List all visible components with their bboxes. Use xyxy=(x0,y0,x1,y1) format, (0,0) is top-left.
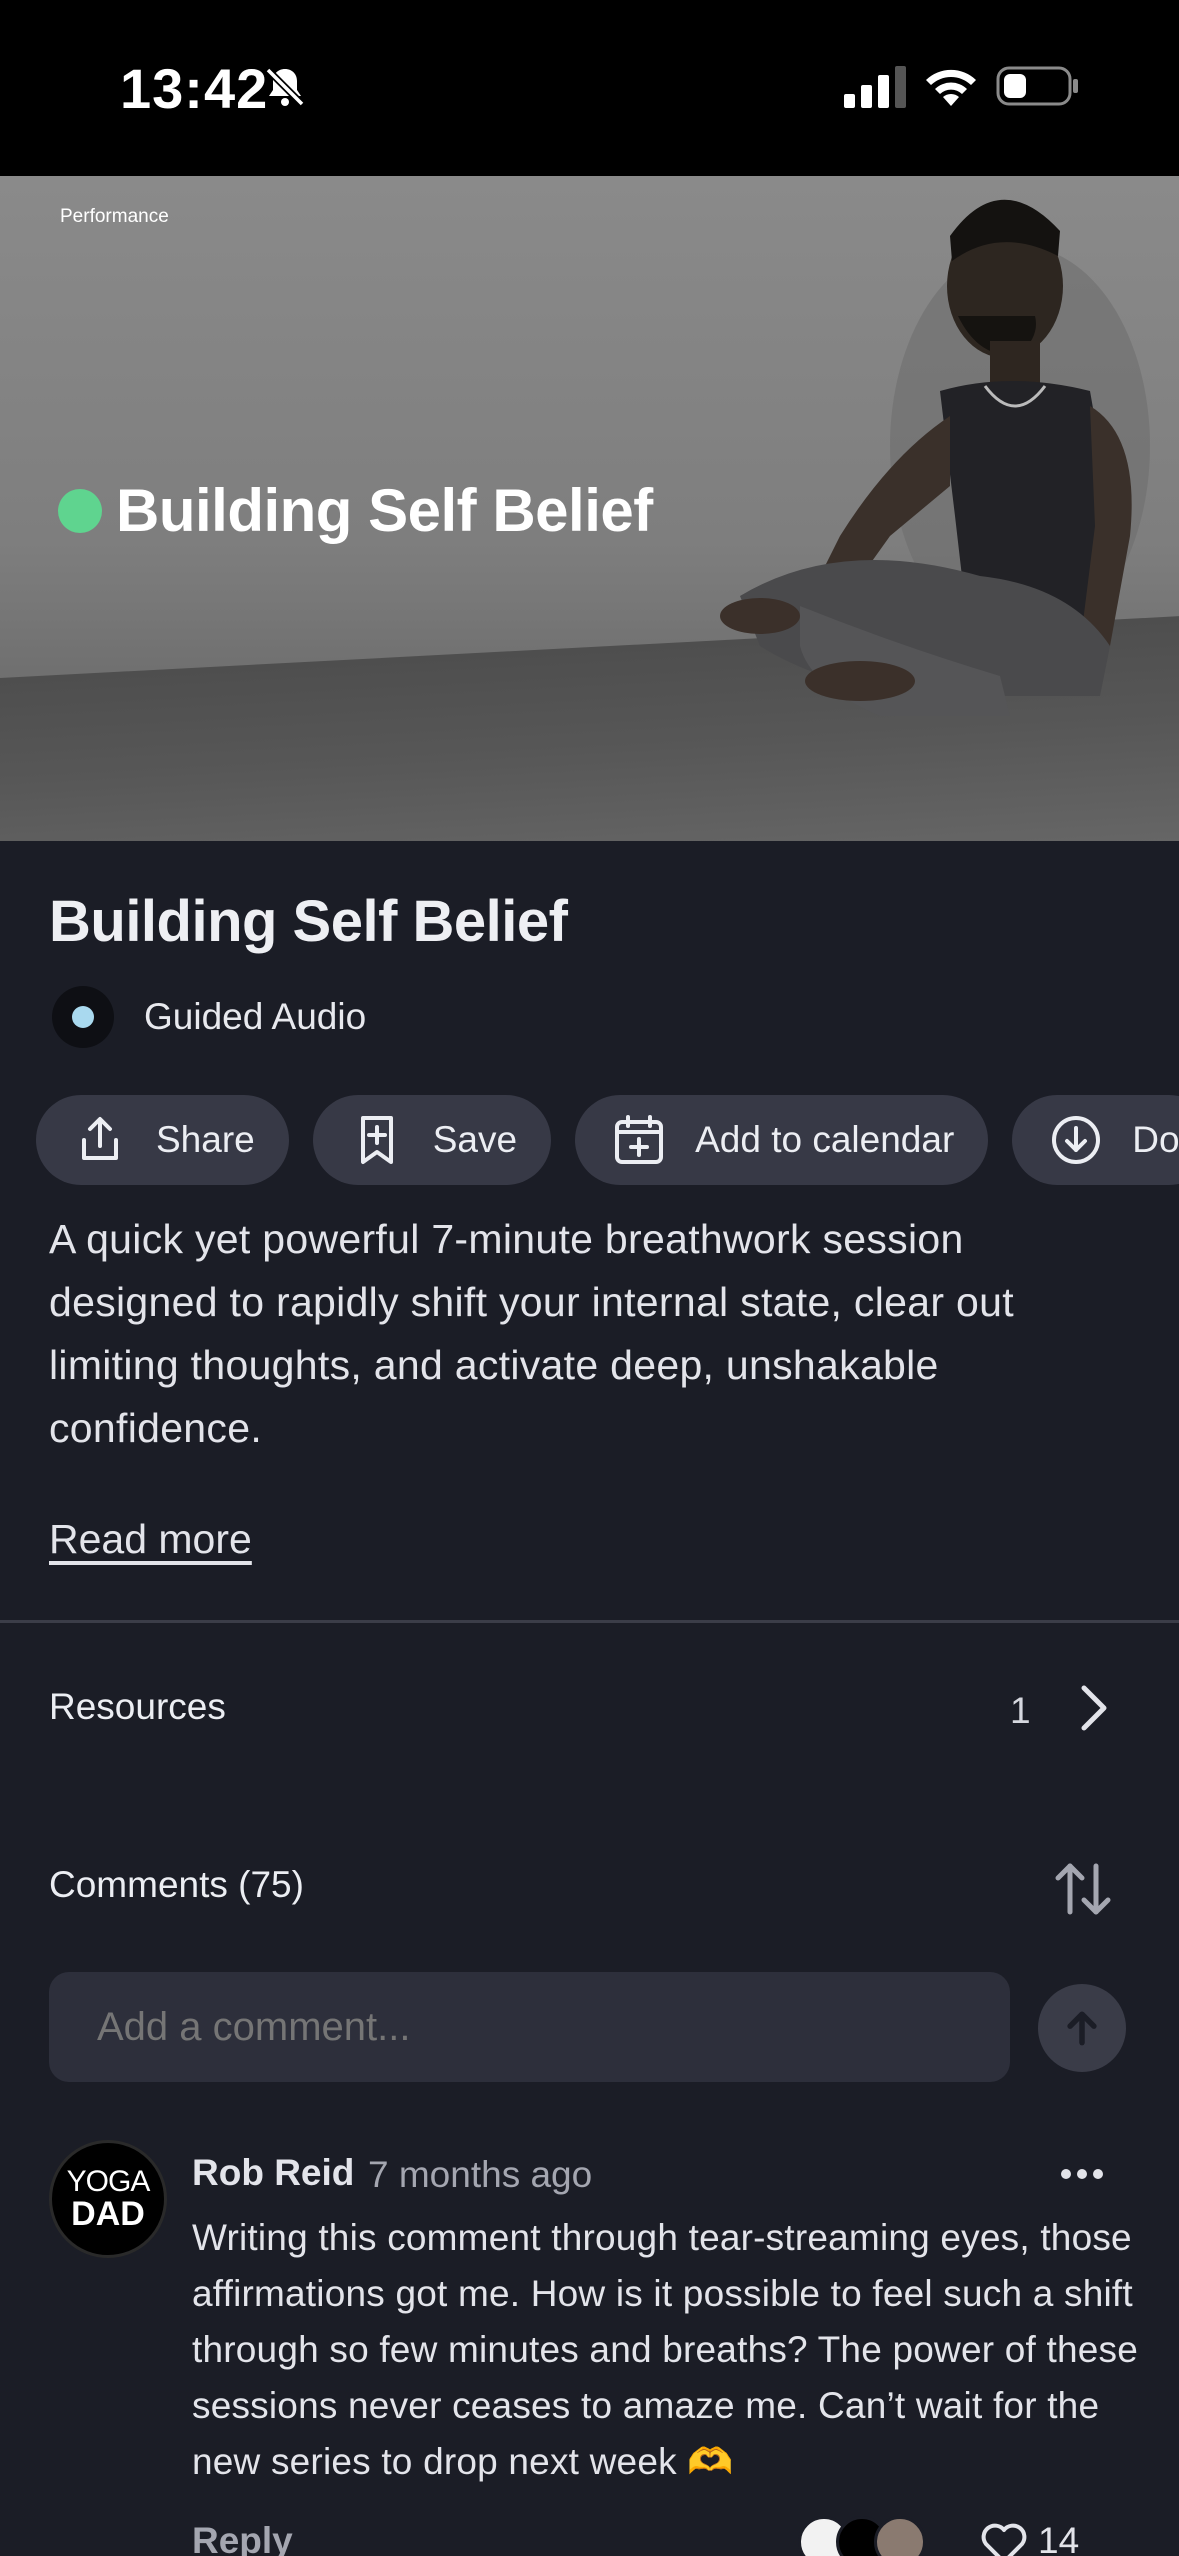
comments-header: Comments (75) xyxy=(49,1864,304,1905)
save-button[interactable]: Save xyxy=(312,1095,552,1185)
heart-icon[interactable] xyxy=(980,2522,1028,2556)
comment-input[interactable] xyxy=(49,1972,1010,2082)
cellular-signal-icon xyxy=(844,66,906,108)
bookmark-icon xyxy=(360,1116,393,1164)
wifi-icon xyxy=(926,69,976,106)
page: 13:42 Performance Building Self Belief B… xyxy=(0,0,1179,2556)
share-icon xyxy=(82,1117,118,1160)
avatar-text-line2: DAD xyxy=(71,2195,145,2233)
arrow-up-icon xyxy=(1067,2011,1097,2046)
description-text: A quick yet powerful 7-minute breathwork… xyxy=(49,1216,1014,1451)
avatar-text-line1: YOGA xyxy=(66,2165,151,2198)
hero-image: Performance Building Self Belief xyxy=(0,176,1179,841)
hero-category: Performance xyxy=(60,206,169,227)
download-icon xyxy=(1052,1116,1101,1164)
resources-row[interactable]: Resources 1 xyxy=(0,1670,1179,1746)
resources-label: Resources xyxy=(49,1686,226,1727)
reaction-avatars[interactable] xyxy=(798,2516,926,2556)
send-comment-button[interactable] xyxy=(1038,1984,1126,2072)
chevron-right-icon xyxy=(1081,1685,1107,1731)
share-label: Share xyxy=(156,1119,255,1160)
reply-button[interactable]: Reply xyxy=(192,2520,293,2556)
bell-slash-icon xyxy=(265,67,305,107)
avatar[interactable]: YOGA DAD xyxy=(49,2140,167,2258)
comment-time: 7 months ago xyxy=(368,2154,593,2195)
battery-icon xyxy=(996,66,1078,106)
download-button[interactable]: Do xyxy=(1012,1095,1179,1185)
reaction-avatar xyxy=(874,2516,926,2556)
resources-count: 1 xyxy=(1010,1690,1031,1731)
content-type-label: Guided Audio xyxy=(144,996,367,1037)
save-label: Save xyxy=(432,1119,518,1160)
comment-item: YOGA DAD Rob Reid 7 months ago Writing t… xyxy=(0,2140,1179,2556)
page-title: Building Self Belief xyxy=(49,889,568,954)
content-type: Guided Audio xyxy=(52,986,366,1048)
add-to-calendar-button[interactable]: Add to calendar xyxy=(575,1095,989,1185)
calendar-add-icon xyxy=(615,1115,664,1164)
meditating-person-image xyxy=(720,199,1150,716)
status-time: 13:42 xyxy=(120,57,269,120)
hero-title-row: Building Self Belief xyxy=(58,476,653,545)
like-count: 14 xyxy=(1038,2520,1080,2556)
action-bar: Share Save Add to calendar Do xyxy=(36,1095,1179,1185)
hero-title: Building Self Belief xyxy=(116,477,653,544)
add-to-calendar-label: Add to calendar xyxy=(695,1119,955,1160)
download-label: Do xyxy=(1132,1119,1179,1160)
sort-icon[interactable] xyxy=(1050,1856,1116,1922)
status-bar: 13:42 xyxy=(0,0,1179,176)
comment-body: Writing this comment through tear-stream… xyxy=(192,2217,1138,2482)
share-button[interactable]: Share xyxy=(36,1095,289,1185)
more-options-icon[interactable] xyxy=(1058,2158,1106,2190)
audio-type-icon xyxy=(52,986,114,1048)
read-more-link[interactable]: Read more xyxy=(49,1516,252,1563)
section-divider xyxy=(0,1620,1179,1623)
hero-dot-icon xyxy=(58,488,102,533)
comment-author[interactable]: Rob Reid xyxy=(192,2152,354,2194)
